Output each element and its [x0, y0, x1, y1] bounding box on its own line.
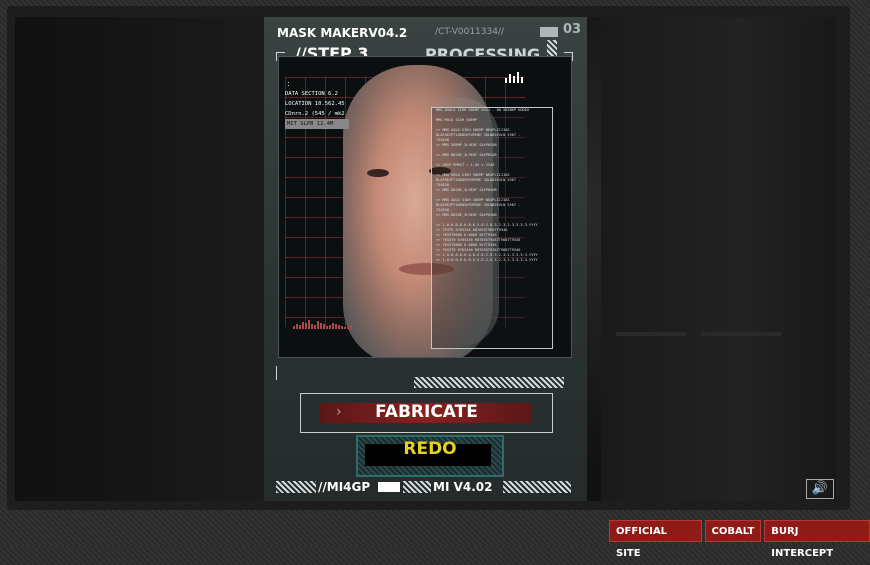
speaker-icon[interactable]: 🔊	[806, 479, 834, 499]
serial-number: /CT-V0011334//	[435, 27, 505, 37]
readout-text: MMG 8GOLD SIDH 58EMP 0334 - 00 565NEP KO…	[432, 108, 552, 263]
readout-panel: MMG 8GOLD SIDH 58EMP 0334 - 00 565NEP KO…	[431, 107, 553, 349]
nav-burj-intercept[interactable]: BURJ INTERCEPT	[764, 520, 870, 559]
footer-stripes	[276, 481, 316, 493]
footer-nav: OFFICIAL SITE COBALT BURJ INTERCEPT	[609, 520, 870, 559]
data-section: DATA SECTION 6.2 LOCATION 10.562.45 CDnr…	[285, 89, 349, 129]
app-title: MASK MAKERV04.2	[277, 26, 408, 40]
scan-screen: : DATA SECTION 6.2 LOCATION 10.562.45 CD…	[278, 56, 572, 358]
left-wall	[15, 17, 265, 501]
data-line: CDnrn.2 (545 / mk2	[285, 111, 345, 117]
footer-stripes	[403, 481, 431, 493]
shelf	[701, 332, 781, 336]
redo-button[interactable]: REDO	[356, 435, 504, 477]
page-number: 03	[563, 22, 582, 37]
data-line: LOCATION 10.562.45	[285, 101, 345, 107]
nav-official-site[interactable]: OFFICIAL SITE	[609, 520, 702, 559]
shelf	[616, 332, 686, 336]
corner-bracket	[276, 52, 285, 61]
fabricate-button[interactable]: › FABRICATE	[300, 393, 553, 433]
nav-cobalt[interactable]: COBALT	[704, 520, 762, 542]
badge-block	[540, 27, 558, 37]
footer-block	[378, 482, 400, 492]
footer-left-code: //MI4GP	[318, 480, 371, 494]
fabricate-label: FABRICATE	[375, 402, 478, 422]
divider-stripes	[414, 377, 564, 388]
readout-line: >> 1.0.6.0.8.6.8.6.5.0.2.0.3.2.3.2.3.3.3…	[436, 258, 538, 262]
data-line: DATA SECTION 6.2	[285, 91, 338, 97]
data-line-highlight: MIT SLPB 12.4M	[285, 119, 349, 129]
redo-label: REDO	[403, 439, 457, 459]
corner-bracket	[276, 366, 285, 380]
footer-right-code: MI V4.02	[433, 480, 493, 494]
left-eye	[367, 169, 389, 177]
right-wall	[601, 17, 836, 501]
corner-bracket	[564, 52, 573, 61]
signal-bars-icon	[505, 71, 531, 83]
footer-stripes	[503, 481, 571, 493]
dot-marker: :	[287, 79, 290, 88]
waveform-bars	[293, 315, 363, 329]
